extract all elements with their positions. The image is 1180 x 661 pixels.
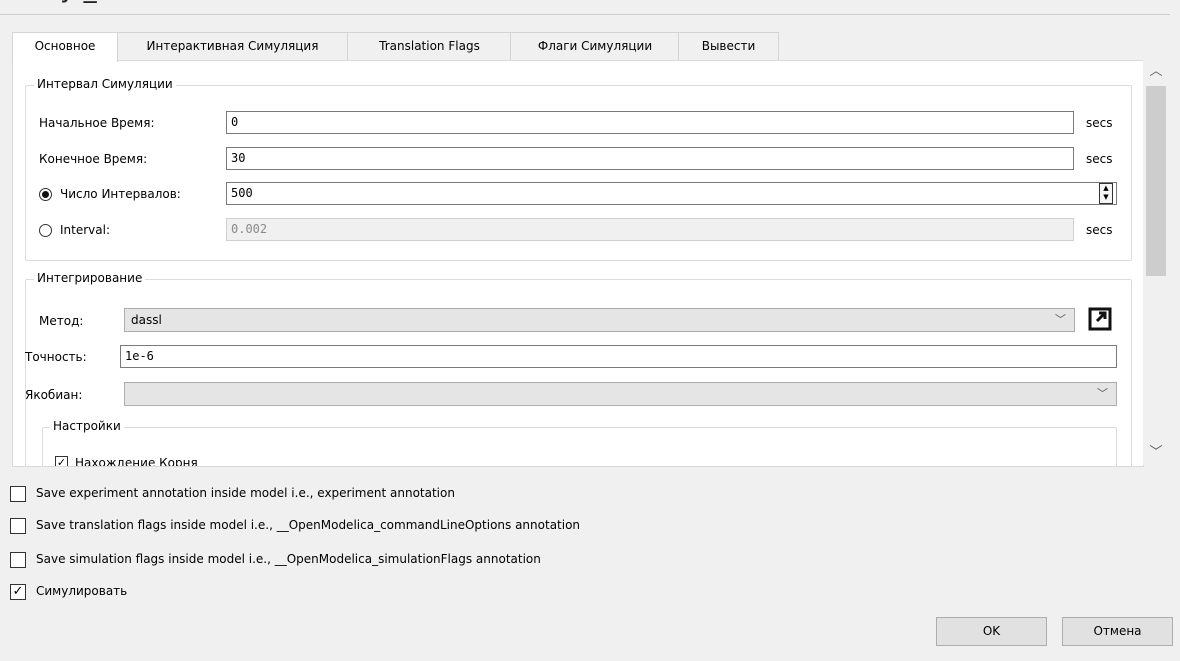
stop-time-label: Конечное Время:	[39, 152, 148, 166]
open-external-icon[interactable]	[1088, 307, 1112, 331]
jacobian-select[interactable]: ﹀	[124, 382, 1117, 406]
tab-general[interactable]: Основное	[12, 32, 118, 62]
integration-title: Интегрирование	[34, 271, 146, 285]
root-finding-checkbox[interactable]: ✓	[55, 456, 68, 466]
start-time-label: Начальное Время:	[39, 116, 155, 130]
tab-translation-flags[interactable]: Translation Flags	[347, 32, 512, 60]
start-time-field[interactable]: 0	[226, 111, 1074, 134]
save-simulation-flags-checkbox[interactable]	[10, 552, 26, 568]
intervals-radio[interactable]	[39, 188, 52, 201]
chevron-down-icon: ﹀	[1097, 387, 1108, 400]
spin-up-icon[interactable]: ▲	[1100, 184, 1112, 193]
radio-selected-dot	[42, 191, 49, 198]
method-label: Метод:	[39, 314, 84, 328]
tolerance-field[interactable]: 1e-6	[120, 345, 1117, 368]
save-translation-flags-checkbox[interactable]	[10, 518, 26, 534]
simulate-checkbox[interactable]: ✓	[10, 584, 26, 600]
simulate-label: Симулировать	[36, 584, 128, 598]
stop-time-field[interactable]: 30	[226, 147, 1074, 170]
tab-simulation-flags[interactable]: Флаги Симуляции	[510, 32, 680, 60]
stop-time-unit: secs	[1086, 152, 1113, 166]
save-experiment-checkbox[interactable]	[10, 486, 26, 502]
interval-unit: secs	[1086, 223, 1113, 237]
chevron-down-icon[interactable]: ﹀	[1143, 441, 1169, 465]
ok-button[interactable]: OK	[936, 617, 1047, 646]
simulation-interval-title: Интервал Симуляции	[34, 77, 176, 91]
jacobian-label: Якобиан:	[25, 388, 83, 402]
tab-output[interactable]: Вывести	[678, 32, 779, 60]
scroll-content: Интервал Симуляции Начальное Время: 0 se…	[13, 61, 1143, 466]
intervals-label: Число Интервалов:	[60, 187, 181, 201]
title-divider	[0, 14, 1170, 15]
cancel-button[interactable]: Отмена	[1062, 617, 1173, 646]
interval-label: Interval:	[60, 223, 110, 237]
intervals-field[interactable]: 500	[226, 182, 1117, 205]
scrollbar-thumb[interactable]	[1146, 86, 1166, 276]
chevron-up-icon[interactable]: ︿	[1143, 60, 1169, 84]
general-tab-pane: Интервал Симуляции Начальное Время: 0 se…	[12, 60, 1144, 467]
interval-radio[interactable]	[39, 224, 52, 237]
save-translation-flags-label: Save translation flags inside model i.e.…	[36, 518, 581, 532]
tolerance-label: Точность:	[25, 350, 87, 364]
settings-group	[42, 427, 1117, 466]
save-experiment-label: Save experiment annotation inside model …	[36, 486, 455, 500]
interval-field: 0.002	[226, 218, 1074, 241]
chevron-down-icon: ﹀	[1055, 313, 1066, 326]
root-finding-label: Нахождение Корня	[75, 456, 198, 467]
window-title-fragment: у _	[60, 0, 97, 4]
intervals-spinner[interactable]: ▲ ▼	[1099, 183, 1113, 204]
settings-title: Настройки	[50, 419, 124, 433]
spin-down-icon[interactable]: ▼	[1100, 193, 1112, 202]
vertical-scrollbar[interactable]: ︿ ﹀	[1143, 60, 1169, 465]
start-time-unit: secs	[1086, 116, 1113, 130]
method-select[interactable]: dassl ﹀	[124, 308, 1075, 332]
method-value: dassl	[131, 313, 162, 327]
tab-interactive-simulation[interactable]: Интерактивная Симуляция	[116, 32, 349, 60]
save-simulation-flags-label: Save simulation flags inside model i.e.,…	[36, 552, 541, 566]
